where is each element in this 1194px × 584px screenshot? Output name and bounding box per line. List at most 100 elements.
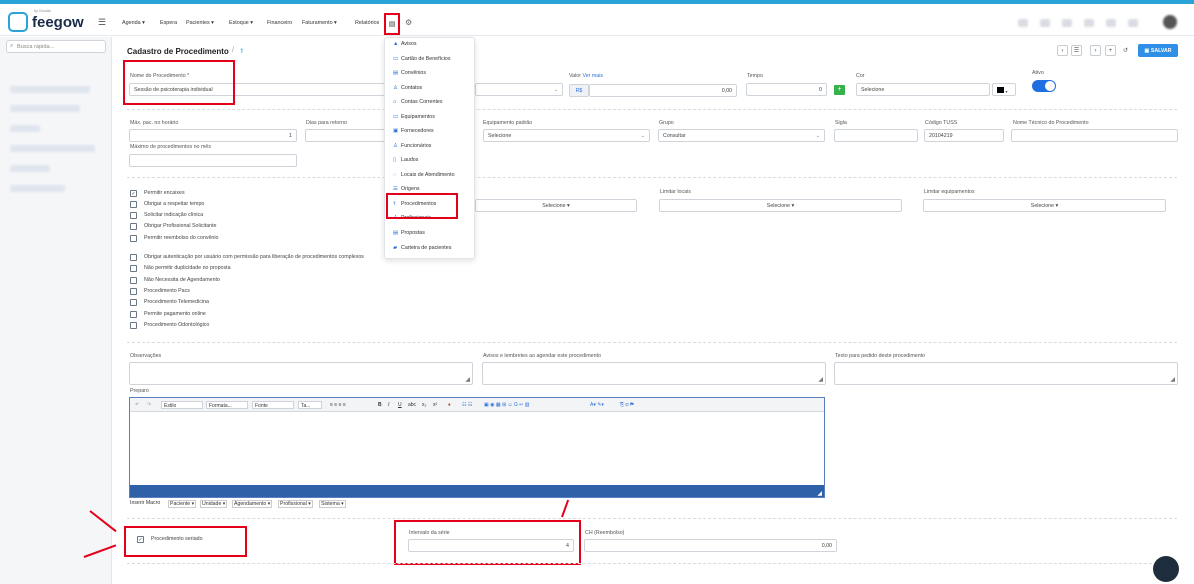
- dropdown-item-avisos[interactable]: ▲ Avisos: [393, 41, 417, 47]
- dropdown-item-locais[interactable]: ◌ Locais de Atendimento: [393, 172, 455, 178]
- color-icons[interactable]: A▾ ✎▾: [590, 402, 604, 408]
- checkbox-box[interactable]: [130, 299, 137, 306]
- dropdown-item-origens[interactable]: ☰ Origens: [393, 186, 420, 192]
- redo-icon[interactable]: ↷: [147, 402, 151, 408]
- macro-sistema[interactable]: Sistema ▾: [319, 500, 346, 508]
- macro-agendamento[interactable]: Agendamento ▾: [232, 500, 273, 508]
- subscript-icon[interactable]: x₂: [422, 402, 426, 408]
- user-avatar[interactable]: [1163, 15, 1177, 29]
- max-pac-input[interactable]: 1: [129, 129, 297, 142]
- cor-select[interactable]: Selecione: [856, 83, 990, 96]
- sidebar-item[interactable]: [10, 125, 40, 132]
- format-select[interactable]: Formata...: [206, 401, 248, 409]
- brand-logo[interactable]: by Cloudia feegow: [8, 9, 84, 32]
- hidden-select[interactable]: ⌄: [475, 83, 563, 96]
- misc-icons[interactable]: ⎘ ⊡ ⚑: [620, 402, 634, 408]
- nav-faturamento[interactable]: Faturamento ▾: [302, 20, 337, 26]
- checkbox-box[interactable]: [130, 201, 137, 208]
- dropdown-item-funcionarios[interactable]: ♙ Funcionários: [393, 143, 431, 149]
- cadastros-menu-button[interactable]: ▤: [384, 13, 400, 35]
- chat-widget-button[interactable]: [1153, 556, 1179, 582]
- resize-handle-icon[interactable]: ◢: [817, 490, 822, 497]
- ch-input[interactable]: 0,00: [584, 539, 837, 552]
- hamburger-menu-icon[interactable]: ☰: [98, 17, 106, 28]
- texto-pedido-textarea[interactable]: ◢: [834, 362, 1178, 385]
- preparo-rich-editor[interactable]: ↶ ↷ Estilo Formata... Fonte Ta... ≡ ≡ ≡ …: [129, 397, 825, 498]
- nav-relatorios[interactable]: Relatórios: [355, 20, 379, 26]
- checkbox-box[interactable]: [130, 277, 137, 284]
- nav-espera[interactable]: Espera: [160, 20, 177, 26]
- limitar-equip-select[interactable]: Selecione ▾: [923, 199, 1166, 212]
- size-select[interactable]: Ta...: [298, 401, 322, 409]
- sidebar-item[interactable]: [10, 145, 95, 152]
- dropdown-item-convenios[interactable]: ▤ Convênios: [393, 70, 426, 76]
- sidebar-item[interactable]: [10, 105, 80, 112]
- dropdown-item-equipamentos[interactable]: ▭ Equipamentos: [393, 114, 435, 120]
- header-icon-2[interactable]: [1040, 19, 1050, 27]
- add-button[interactable]: +: [1105, 45, 1116, 56]
- tuss-input[interactable]: 20104219: [924, 129, 1004, 142]
- sidebar-item[interactable]: [10, 86, 90, 93]
- checkbox-box[interactable]: [130, 322, 137, 329]
- nav-agenda[interactable]: Agenda ▾: [122, 20, 145, 26]
- list-button[interactable]: ☰: [1071, 45, 1082, 56]
- superscript-icon[interactable]: x²: [433, 402, 437, 408]
- nav-estoque[interactable]: Estoque ▾: [229, 20, 253, 26]
- macro-paciente[interactable]: Paciente ▾: [168, 500, 197, 508]
- bold-icon[interactable]: B: [378, 402, 382, 408]
- macro-profissional[interactable]: Profissional ▾: [278, 500, 313, 508]
- observacoes-textarea[interactable]: ◢: [129, 362, 473, 385]
- avisos-textarea[interactable]: ◢: [482, 362, 826, 385]
- ativo-toggle[interactable]: [1032, 80, 1056, 92]
- dropdown-item-laudos[interactable]: ▯ Laudos: [393, 157, 418, 163]
- list-icons[interactable]: ☷ ☷: [462, 402, 472, 408]
- header-icon-6[interactable]: [1128, 19, 1138, 27]
- dropdown-item-propostas[interactable]: ▤ Propostas: [393, 230, 425, 236]
- dropdown-item-fornecedores[interactable]: ▣ Fornecedores: [393, 128, 434, 134]
- style-select[interactable]: Estilo: [161, 401, 203, 409]
- resize-handle-icon[interactable]: ◢: [818, 376, 823, 383]
- settings-icon[interactable]: ⚙: [405, 18, 412, 27]
- macro-unidade[interactable]: Unidade ▾: [200, 500, 228, 508]
- nome-tecnico-input[interactable]: [1011, 129, 1178, 142]
- clear-format-icon[interactable]: ♦: [448, 402, 451, 408]
- dropdown-item-contatos[interactable]: ♙ Contatos: [393, 85, 422, 91]
- hidden-multiselect[interactable]: Selecione ▾: [475, 199, 637, 212]
- nav-pacientes[interactable]: Pacientes ▾: [186, 20, 214, 26]
- checkbox-box[interactable]: [130, 223, 137, 230]
- header-icon-5[interactable]: [1106, 19, 1116, 27]
- dropdown-item-cartao[interactable]: ▭ Cartão de Benefícios: [393, 56, 450, 62]
- header-icon-3[interactable]: [1062, 19, 1072, 27]
- checkbox-box[interactable]: [130, 212, 137, 219]
- sidebar-item[interactable]: [10, 165, 50, 172]
- align-icons[interactable]: ≡ ≡ ≡ ≡: [330, 402, 346, 408]
- save-button[interactable]: ▣ SALVAR: [1138, 44, 1178, 57]
- insert-icons[interactable]: ▣ ◉ ▦ ⊞ ☺ Ω ↩ ▥: [484, 402, 529, 408]
- checkbox-box[interactable]: [130, 288, 137, 295]
- history-icon[interactable]: ↺: [1120, 45, 1131, 56]
- italic-icon[interactable]: I: [388, 402, 389, 408]
- checkbox-box[interactable]: [130, 254, 137, 261]
- font-select[interactable]: Fonte: [252, 401, 294, 409]
- equip-padrao-select[interactable]: Selecione ⌄: [483, 129, 650, 142]
- strike-icon[interactable]: abc: [408, 402, 416, 408]
- next-button[interactable]: ›: [1090, 45, 1101, 56]
- valor-input[interactable]: 0,00: [589, 84, 737, 97]
- resize-handle-icon[interactable]: ◢: [1170, 376, 1175, 383]
- dropdown-item-carteira[interactable]: ▰ Carteira de pacientes: [393, 245, 451, 251]
- sigla-input[interactable]: [834, 129, 918, 142]
- undo-icon[interactable]: ↶: [135, 402, 139, 408]
- color-picker[interactable]: ▾: [992, 83, 1016, 96]
- header-icon-4[interactable]: [1084, 19, 1094, 27]
- add-time-button[interactable]: +: [834, 85, 845, 95]
- prev-button[interactable]: ‹: [1057, 45, 1068, 56]
- grupo-select[interactable]: Consultar ⌄: [658, 129, 825, 142]
- quick-search-input[interactable]: ⌕ Busca rápida...: [6, 40, 106, 53]
- checkbox-box[interactable]: [130, 265, 137, 272]
- underline-icon[interactable]: U: [398, 402, 402, 408]
- limitar-locais-select[interactable]: Selecione ▾: [659, 199, 902, 212]
- header-icon-1[interactable]: [1018, 19, 1028, 27]
- checkbox-box[interactable]: [130, 311, 137, 318]
- checkbox-box[interactable]: ✓: [130, 190, 137, 197]
- resize-handle-icon[interactable]: ◢: [465, 376, 470, 383]
